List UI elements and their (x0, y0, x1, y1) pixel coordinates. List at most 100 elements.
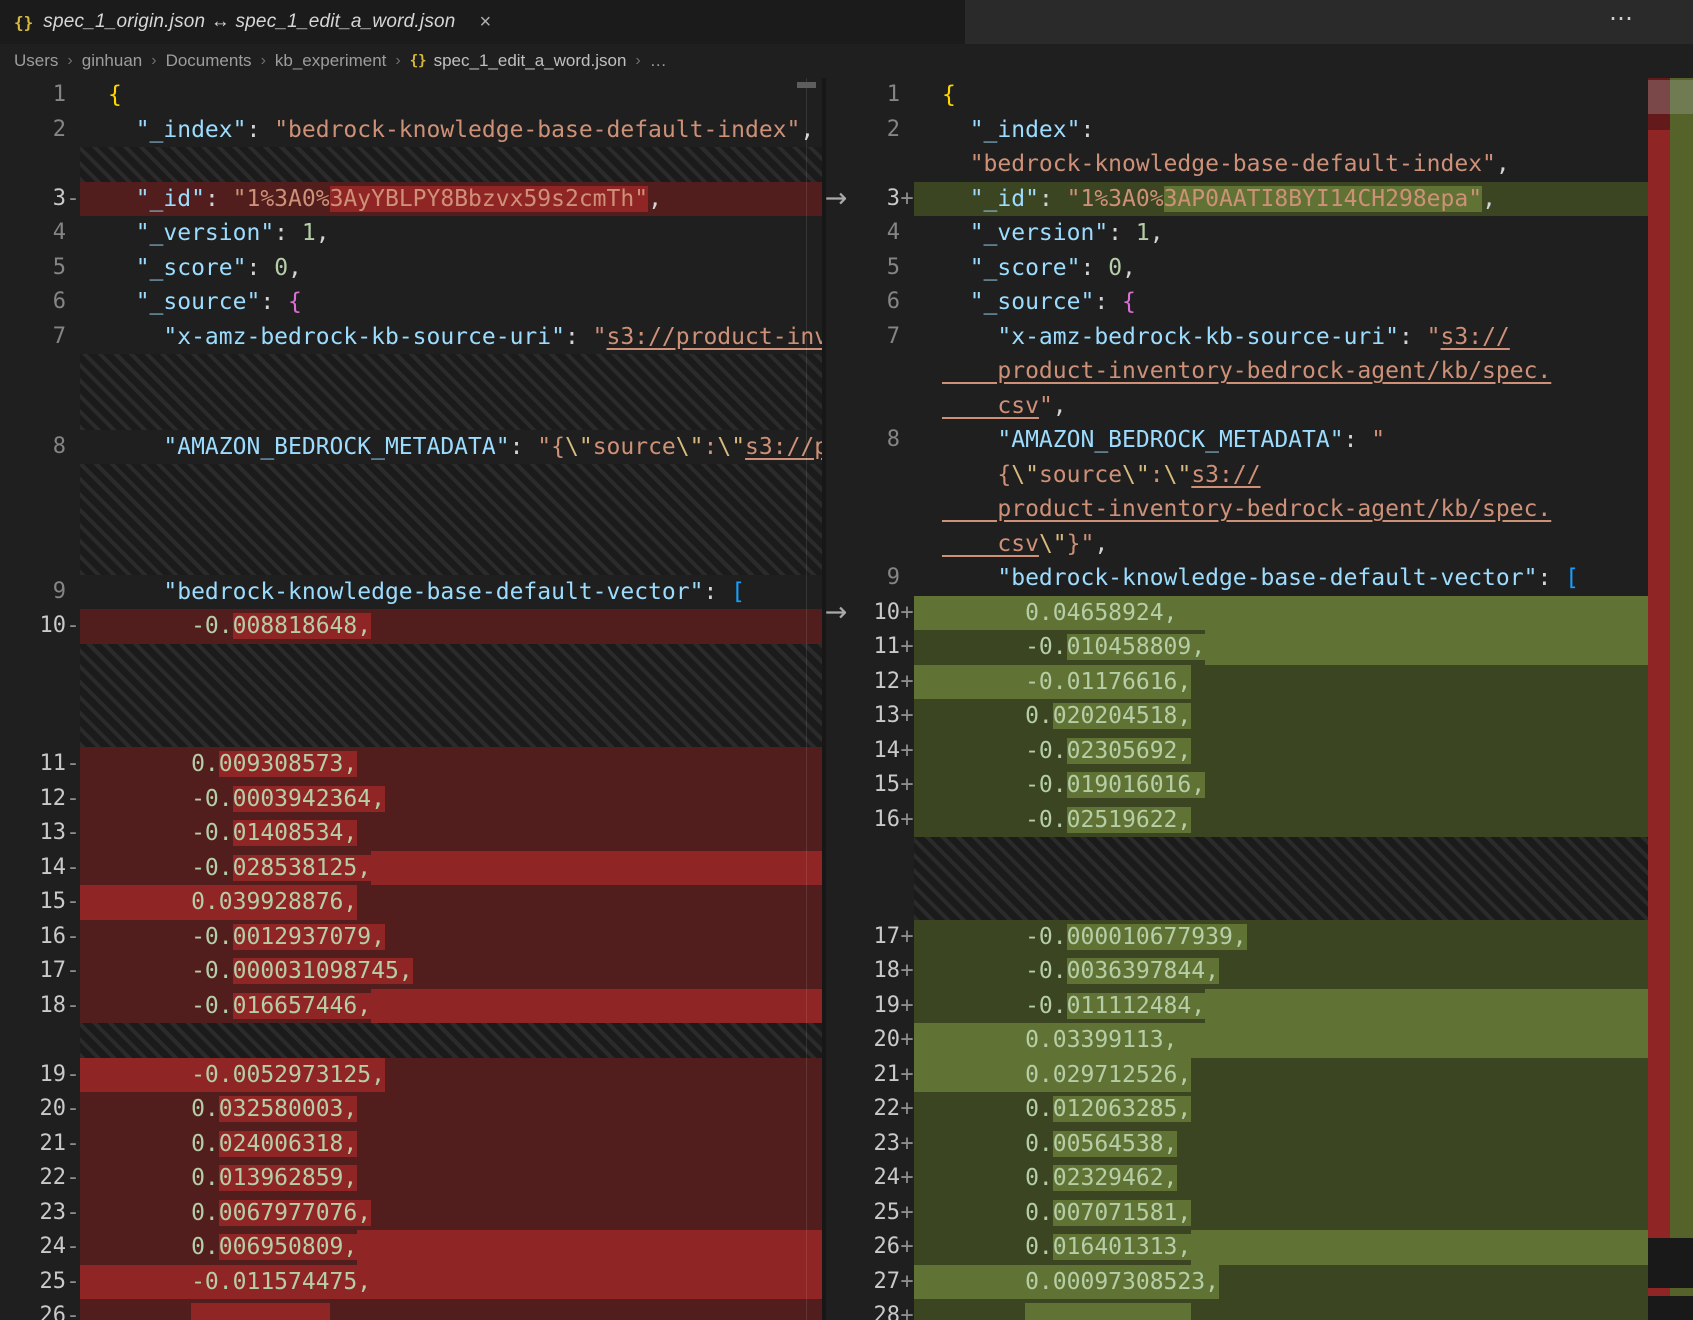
gutter: 8 (826, 423, 914, 458)
added-code-line[interactable]: 12+ -0.01176616, (826, 665, 1648, 700)
deleted-code-line[interactable]: 17- -0.000031098745, (0, 954, 822, 989)
deleted-code-line[interactable]: 23- 0.0067977076, (0, 1196, 822, 1231)
token: 02305692, (1067, 738, 1192, 764)
added-code-line[interactable]: 18+ -0.0036397844, (826, 954, 1648, 989)
code-line[interactable]: 8 "AMAZON_BEDROCK_METADATA": "{\"source\… (0, 430, 822, 465)
code-line[interactable]: 2 "_index": "bedrock-knowledge-base-defa… (0, 113, 822, 148)
deleted-code-line[interactable]: 25- -0.011574475, (0, 1265, 822, 1300)
line-content: 0.024006318, (80, 1127, 822, 1162)
code-text: -0.000010677939, (914, 920, 1247, 955)
diff-change-arrow-icon[interactable]: → (818, 184, 854, 214)
line-number (826, 527, 900, 562)
token: 0. (108, 1165, 219, 1191)
deleted-code-line[interactable]: 16- -0.0012937079, (0, 920, 822, 955)
code-line[interactable]: "bedrock-knowledge-base-default-index", (826, 147, 1648, 182)
deleted-code-line[interactable]: 12- -0.0003942364, (0, 782, 822, 817)
code-line[interactable]: csv", (826, 389, 1648, 424)
deleted-code-line[interactable]: 18- -0.016657446, (0, 989, 822, 1024)
overview-ruler[interactable] (1648, 78, 1693, 1320)
added-code-line[interactable]: 19+ -0.011112484, (826, 989, 1648, 1024)
code-line[interactable]: 4 "_version": 1, (826, 216, 1648, 251)
more-actions-icon[interactable]: ⋯ (1609, 4, 1635, 33)
code-line[interactable]: 5 "_score": 0, (0, 251, 822, 286)
added-code-line[interactable]: 15+ -0.019016016, (826, 768, 1648, 803)
breadcrumb-item[interactable]: Users (14, 51, 58, 71)
modified-pane[interactable]: 1{2 "_index": "bedrock-knowledge-base-de… (826, 78, 1648, 1320)
close-tab-icon[interactable]: × (480, 11, 492, 34)
added-code-line[interactable]: 23+ 0.00564538, (826, 1127, 1648, 1162)
deleted-code-line[interactable]: 24- 0.006950809, (0, 1230, 822, 1265)
breadcrumb-item[interactable]: Documents (166, 51, 252, 71)
deleted-code-line[interactable]: 10- -0.008818648, (0, 609, 822, 644)
added-code-line[interactable]: 27+ 0.00097308523, (826, 1265, 1648, 1300)
token: 03399113, (1053, 1027, 1178, 1053)
deleted-code-line[interactable]: 20- 0.032580003, (0, 1092, 822, 1127)
code-line[interactable]: 2 "_index": (826, 113, 1648, 148)
added-code-line[interactable]: 17+ -0.000010677939, (826, 920, 1648, 955)
left-pane-scrollbar-track[interactable] (806, 78, 807, 1320)
deleted-code-line[interactable]: 3- "_id": "1%3A0%3AyYBLPY8Bbzvx59s2cmTh"… (0, 182, 822, 217)
deleted-code-line[interactable]: 15- 0.039928876, (0, 885, 822, 920)
line-fill (1191, 1196, 1648, 1231)
added-code-line[interactable]: 3+ "_id": "1%3A0%3AP0AATI8BYI14CH298epa"… (826, 182, 1648, 217)
line-fill (1191, 734, 1648, 769)
line-number: 4 (0, 216, 66, 251)
added-code-line[interactable]: 21+ 0.029712526, (826, 1058, 1648, 1093)
breadcrumb-item-file[interactable]: {}spec_1_edit_a_word.json (410, 51, 627, 71)
code-line[interactable]: product-inventory-bedrock-agent/kb/spec. (826, 354, 1648, 389)
line-content: "_version": 1, (914, 216, 1648, 251)
code-line[interactable]: 4 "_version": 1, (0, 216, 822, 251)
token: 0. (942, 703, 1053, 729)
line-number: 14 (826, 734, 900, 769)
code-line[interactable]: 6 "_source": { (0, 285, 822, 320)
token: 024006318, (219, 1131, 357, 1157)
added-code-line[interactable]: 10+ 0.04658924, (826, 596, 1648, 631)
deleted-code-line[interactable]: 19- -0.0052973125, (0, 1058, 822, 1093)
code-line[interactable]: 7 "x-amz-bedrock-kb-source-uri": "s3:// (826, 320, 1648, 355)
line-number: 1 (0, 78, 66, 113)
code-line[interactable]: 9 "bedrock-knowledge-base-default-vector… (0, 575, 822, 610)
overview-scrollbar-slider[interactable] (1648, 80, 1693, 114)
left-pane-scrollbar-slider[interactable] (797, 82, 816, 88)
token: : (565, 324, 593, 350)
added-code-line[interactable]: 26+ 0.016401313, (826, 1230, 1648, 1265)
added-code-line[interactable]: 16+ -0.02519622, (826, 803, 1648, 838)
diff-tab[interactable]: {} spec_1_origin.json ↔ spec_1_edit_a_wo… (0, 0, 509, 44)
deleted-code-line[interactable]: 22- 0.013962859, (0, 1161, 822, 1196)
deleted-code-line[interactable]: 14- -0.028538125, (0, 851, 822, 886)
added-code-line[interactable]: 11+ -0.010458809, (826, 630, 1648, 665)
deleted-code-line[interactable]: 26- (0, 1299, 822, 1320)
added-code-line[interactable]: 25+ 0.007071581, (826, 1196, 1648, 1231)
code-line[interactable]: 6 "_source": { (826, 285, 1648, 320)
diff-mark (66, 575, 80, 610)
breadcrumb-item[interactable]: kb_experiment (275, 51, 387, 71)
breadcrumb-overflow[interactable]: … (650, 51, 667, 71)
line-fill (1191, 1230, 1648, 1265)
token: 01176616, (1067, 669, 1192, 695)
gutter: 17+ (826, 920, 914, 955)
added-code-line[interactable]: 20+ 0.03399113, (826, 1023, 1648, 1058)
breadcrumb-item[interactable]: ginhuan (82, 51, 143, 71)
original-pane[interactable]: 1{2 "_index": "bedrock-knowledge-base-de… (0, 78, 822, 1320)
added-code-line[interactable]: 14+ -0.02305692, (826, 734, 1648, 769)
added-code-line[interactable]: 22+ 0.012063285, (826, 1092, 1648, 1127)
line-content: 0.029712526, (914, 1058, 1648, 1093)
code-line[interactable]: csv\"}", (826, 527, 1648, 562)
added-code-line[interactable]: 28+ (826, 1299, 1648, 1320)
code-line[interactable]: 5 "_score": 0, (826, 251, 1648, 286)
deleted-code-line[interactable]: 11- 0.009308573, (0, 747, 822, 782)
code-line[interactable]: 1{ (826, 78, 1648, 113)
code-line[interactable]: 7 "x-amz-bedrock-kb-source-uri": "s3://p… (0, 320, 822, 355)
code-line[interactable]: product-inventory-bedrock-agent/kb/spec. (826, 492, 1648, 527)
code-line[interactable]: {\"source\":\"s3:// (826, 458, 1648, 493)
code-line[interactable]: 8 "AMAZON_BEDROCK_METADATA": " (826, 423, 1648, 458)
line-content: -0.028538125, (80, 851, 822, 886)
deleted-code-line[interactable]: 13- -0.01408534, (0, 816, 822, 851)
code-line[interactable]: 9 "bedrock-knowledge-base-default-vector… (826, 561, 1648, 596)
added-code-line[interactable]: 13+ 0.020204518, (826, 699, 1648, 734)
diff-change-arrow-icon[interactable]: → (818, 598, 854, 628)
deleted-code-line[interactable]: 21- 0.024006318, (0, 1127, 822, 1162)
added-code-line[interactable]: 24+ 0.02329462, (826, 1161, 1648, 1196)
code-line[interactable]: 1{ (0, 78, 822, 113)
line-fill (302, 251, 822, 286)
